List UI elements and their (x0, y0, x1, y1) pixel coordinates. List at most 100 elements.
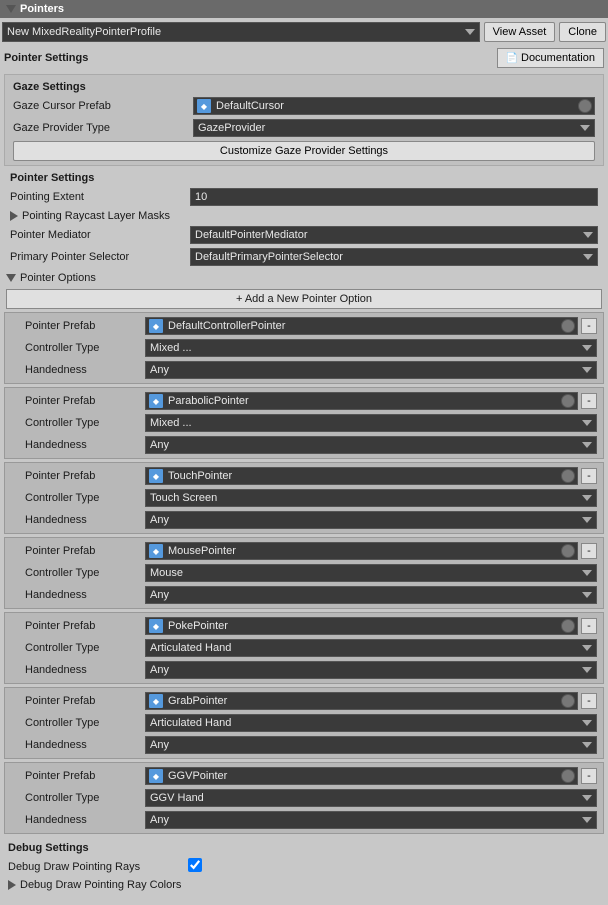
pointer-prefab-field-group-0: ◆ DefaultControllerPointer - (145, 317, 597, 335)
pointer-option-group-6: Pointer Prefab ◆ GGVPointer - Controller… (4, 762, 604, 834)
handedness-select-4[interactable]: Any (145, 661, 597, 679)
pointing-extent-field (190, 188, 598, 206)
debug-settings-title: Debug Settings (8, 842, 89, 854)
remove-pointer-option-5[interactable]: - (581, 693, 597, 709)
pointer-prefab-value-5: GrabPointer (166, 695, 559, 707)
controller-type-select-6[interactable]: GGV Hand (145, 789, 597, 807)
controller-type-row-6: Controller Type GGV Hand (5, 787, 603, 809)
clone-button[interactable]: Clone (559, 22, 606, 42)
pointer-prefab-circle-4[interactable] (561, 619, 575, 633)
controller-type-select-0[interactable]: Mixed ... (145, 339, 597, 357)
handedness-select-6[interactable]: Any (145, 811, 597, 829)
controller-type-select-4[interactable]: Articulated Hand (145, 639, 597, 657)
pointer-prefab-value-3: MousePointer (166, 545, 559, 557)
documentation-label: Documentation (521, 52, 595, 64)
handedness-select-5[interactable]: Any (145, 736, 597, 754)
handedness-field-4: Any (145, 661, 597, 679)
gaze-settings-section: Gaze Settings Gaze Cursor Prefab ◆ Defau… (4, 74, 604, 166)
pointer-prefab-value-0: DefaultControllerPointer (166, 320, 559, 332)
handedness-row-1: Handedness Any (5, 434, 603, 456)
controller-type-label-1: Controller Type (25, 417, 145, 429)
pointer-prefab-field-group-1: ◆ ParabolicPointer - (145, 392, 597, 410)
pointer-prefab-circle-6[interactable] (561, 769, 575, 783)
pointer-settings-header-row: Pointer Settings 📄 Documentation (0, 46, 608, 70)
pointer-prefab-circle-0[interactable] (561, 319, 575, 333)
pointing-extent-input[interactable] (190, 188, 598, 206)
primary-pointer-selector-select[interactable]: DefaultPrimaryPointerSelector (190, 248, 598, 266)
controller-type-select-3[interactable]: Mouse (145, 564, 597, 582)
remove-pointer-option-4[interactable]: - (581, 618, 597, 634)
gaze-cursor-prefab-row: Gaze Cursor Prefab ◆ DefaultCursor (7, 95, 601, 117)
add-pointer-option-button[interactable]: + Add a New Pointer Option (6, 289, 602, 309)
main-content: Gaze Settings Gaze Cursor Prefab ◆ Defau… (0, 70, 608, 895)
documentation-button[interactable]: 📄 Documentation (497, 48, 604, 68)
pointer-prefab-object-1[interactable]: ◆ ParabolicPointer (145, 392, 578, 410)
handedness-label-3: Handedness (25, 589, 145, 601)
handedness-row-2: Handedness Any (5, 509, 603, 531)
handedness-field-2: Any (145, 511, 597, 529)
gaze-provider-type-select[interactable]: GazeProvider (193, 119, 595, 137)
pointer-prefab-circle-2[interactable] (561, 469, 575, 483)
pointing-raycast-arrow[interactable] (10, 211, 18, 221)
pointer-settings-inner-section: Pointer Settings Pointing Extent Pointin… (4, 168, 604, 268)
pointer-prefab-object-2[interactable]: ◆ TouchPointer (145, 467, 578, 485)
controller-type-select-5[interactable]: Articulated Hand (145, 714, 597, 732)
remove-pointer-option-0[interactable]: - (581, 318, 597, 334)
gaze-cursor-prefab-label: Gaze Cursor Prefab (13, 100, 193, 112)
gaze-provider-type-row: Gaze Provider Type GazeProvider (7, 117, 601, 139)
pointer-prefab-object-3[interactable]: ◆ MousePointer (145, 542, 578, 560)
pointer-prefab-row-5: Pointer Prefab ◆ GrabPointer - (5, 690, 603, 712)
gaze-cursor-circle-btn[interactable] (578, 99, 592, 113)
controller-type-label-0: Controller Type (25, 342, 145, 354)
pointer-prefab-circle-3[interactable] (561, 544, 575, 558)
gaze-cursor-prefab-object[interactable]: ◆ DefaultCursor (193, 97, 595, 115)
pointer-mediator-label: Pointer Mediator (10, 229, 190, 241)
debug-draw-pointing-rays-label: Debug Draw Pointing Rays (8, 861, 188, 873)
pointer-prefab-circle-5[interactable] (561, 694, 575, 708)
handedness-select-1[interactable]: Any (145, 436, 597, 454)
remove-pointer-option-3[interactable]: - (581, 543, 597, 559)
debug-draw-ray-colors-row: Debug Draw Pointing Ray Colors (2, 877, 606, 893)
view-asset-button[interactable]: View Asset (484, 22, 556, 42)
handedness-row-4: Handedness Any (5, 659, 603, 681)
handedness-row-6: Handedness Any (5, 809, 603, 831)
remove-pointer-option-6[interactable]: - (581, 768, 597, 784)
profile-select[interactable]: New MixedRealityPointerProfile (2, 22, 480, 42)
pointer-prefab-row-6: Pointer Prefab ◆ GGVPointer - (5, 765, 603, 787)
pointer-prefab-object-5[interactable]: ◆ GrabPointer (145, 692, 578, 710)
debug-draw-pointing-rays-field (188, 858, 600, 875)
customize-gaze-button[interactable]: Customize Gaze Provider Settings (13, 141, 595, 161)
handedness-label-6: Handedness (25, 814, 145, 826)
controller-type-label-2: Controller Type (25, 492, 145, 504)
pointer-prefab-object-0[interactable]: ◆ DefaultControllerPointer (145, 317, 578, 335)
panel-collapse-arrow[interactable] (6, 5, 16, 13)
primary-pointer-selector-label: Primary Pointer Selector (10, 251, 190, 263)
handedness-row-5: Handedness Any (5, 734, 603, 756)
pointing-raycast-label: Pointing Raycast Layer Masks (22, 210, 170, 222)
pointer-prefab-object-4[interactable]: ◆ PokePointer (145, 617, 578, 635)
controller-type-select-2[interactable]: Touch Screen (145, 489, 597, 507)
handedness-row-3: Handedness Any (5, 584, 603, 606)
handedness-select-3[interactable]: Any (145, 586, 597, 604)
debug-draw-ray-colors-arrow[interactable] (8, 880, 16, 890)
pointer-prefab-label-5: Pointer Prefab (25, 695, 145, 707)
pointer-prefab-object-6[interactable]: ◆ GGVPointer (145, 767, 578, 785)
debug-draw-pointing-rays-checkbox[interactable] (188, 858, 202, 872)
handedness-select-2[interactable]: Any (145, 511, 597, 529)
gaze-cursor-icon: ◆ (197, 99, 211, 113)
pointer-settings-inner-header: Pointer Settings (4, 168, 604, 186)
remove-pointer-option-1[interactable]: - (581, 393, 597, 409)
pointer-prefab-label-1: Pointer Prefab (25, 395, 145, 407)
remove-pointer-option-2[interactable]: - (581, 468, 597, 484)
pointer-prefab-circle-1[interactable] (561, 394, 575, 408)
pointer-mediator-select[interactable]: DefaultPointerMediator (190, 226, 598, 244)
pointer-option-group-4: Pointer Prefab ◆ PokePointer - Controlle… (4, 612, 604, 684)
pointer-prefab-field-group-5: ◆ GrabPointer - (145, 692, 597, 710)
debug-draw-pointing-rays-row: Debug Draw Pointing Rays (2, 856, 606, 877)
handedness-select-0[interactable]: Any (145, 361, 597, 379)
pointer-options-arrow[interactable] (6, 274, 16, 282)
pointer-prefab-row-0: Pointer Prefab ◆ DefaultControllerPointe… (5, 315, 603, 337)
handedness-label-4: Handedness (25, 664, 145, 676)
controller-type-field-5: Articulated Hand (145, 714, 597, 732)
controller-type-select-1[interactable]: Mixed ... (145, 414, 597, 432)
